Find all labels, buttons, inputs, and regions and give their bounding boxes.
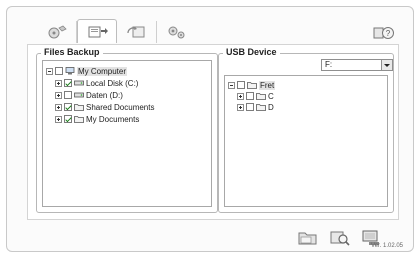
tree-item-label: My Documents [86, 114, 140, 124]
expand-icon[interactable] [237, 92, 244, 100]
tree-item-label: My Computer [77, 66, 128, 76]
usb-device-title: USB Device [223, 47, 280, 57]
tree-item-label: Shared Documents [86, 102, 155, 112]
search-backup-icon[interactable] [329, 229, 351, 247]
tab-bar [37, 19, 197, 43]
computer-icon [65, 67, 75, 75]
files-backup-group: Files Backup My Computer Local Disk (C:) [36, 47, 218, 213]
checkbox[interactable] [246, 92, 254, 100]
tree-item-label: D [268, 102, 274, 112]
tree-item[interactable]: My Computer [46, 66, 128, 76]
expand-icon[interactable] [55, 115, 62, 123]
tab-files-backup[interactable] [77, 19, 117, 43]
checkbox[interactable] [64, 115, 72, 123]
folder-icon [256, 93, 266, 100]
files-backup-title: Files Backup [41, 47, 103, 57]
disk-icon [74, 80, 84, 86]
folder-icon [256, 104, 266, 111]
add-folder-icon[interactable] [297, 229, 319, 247]
help-icon[interactable]: ? [373, 25, 395, 41]
checkbox[interactable] [64, 79, 72, 87]
tab-drive-backup[interactable] [37, 21, 77, 43]
tree-item[interactable]: Local Disk (C:) [55, 78, 138, 88]
collapse-icon[interactable] [228, 81, 235, 89]
tree-item[interactable]: Shared Documents [55, 102, 154, 112]
tree-item-label: Fret [259, 80, 276, 90]
tree-item[interactable]: D [237, 102, 274, 112]
collapse-icon[interactable] [46, 67, 53, 75]
checkbox[interactable] [64, 103, 72, 111]
tree-item[interactable]: C [237, 91, 274, 101]
tab-restore[interactable] [117, 21, 157, 43]
checkbox[interactable] [64, 91, 72, 99]
tree-item-label: Local Disk (C:) [86, 78, 139, 88]
drive-backup-icon [48, 25, 67, 39]
files-backup-icon [88, 26, 108, 37]
chevron-down-icon[interactable] [381, 60, 392, 70]
expand-icon[interactable] [55, 91, 62, 99]
tree-item[interactable]: Daten (D:) [55, 90, 123, 100]
tab-settings[interactable] [157, 21, 197, 43]
folder-icon [247, 82, 257, 89]
tree-item[interactable]: My Documents [55, 114, 139, 124]
checkbox[interactable] [246, 103, 254, 111]
app-window: ? Files Backup My Computer Local Disk (C… [6, 6, 414, 252]
files-tree[interactable]: My Computer Local Disk (C:) Daten (D:) S… [42, 60, 212, 207]
usb-tree[interactable]: Fret C D [224, 75, 388, 207]
drive-select-value: F: [325, 60, 333, 69]
usb-device-group: USB Device F: Fret C D [218, 47, 394, 213]
expand-icon[interactable] [237, 103, 244, 111]
main-panel: Files Backup My Computer Local Disk (C:) [27, 44, 399, 220]
svg-text:?: ? [386, 29, 391, 38]
folder-icon [74, 116, 84, 123]
expand-icon[interactable] [55, 79, 62, 87]
folder-icon [74, 104, 84, 111]
tree-item-label: Daten (D:) [86, 90, 123, 100]
version-label: Ver. 1.02.05 [370, 243, 403, 249]
drive-select[interactable]: F: [321, 59, 393, 71]
checkbox[interactable] [55, 67, 63, 75]
checkbox[interactable] [237, 81, 245, 89]
tree-item[interactable]: Fret [228, 80, 276, 90]
settings-gears-icon [168, 26, 185, 39]
expand-icon[interactable] [55, 103, 62, 111]
disk-icon [74, 92, 84, 98]
restore-icon [126, 26, 144, 38]
tree-item-label: C [268, 91, 274, 101]
